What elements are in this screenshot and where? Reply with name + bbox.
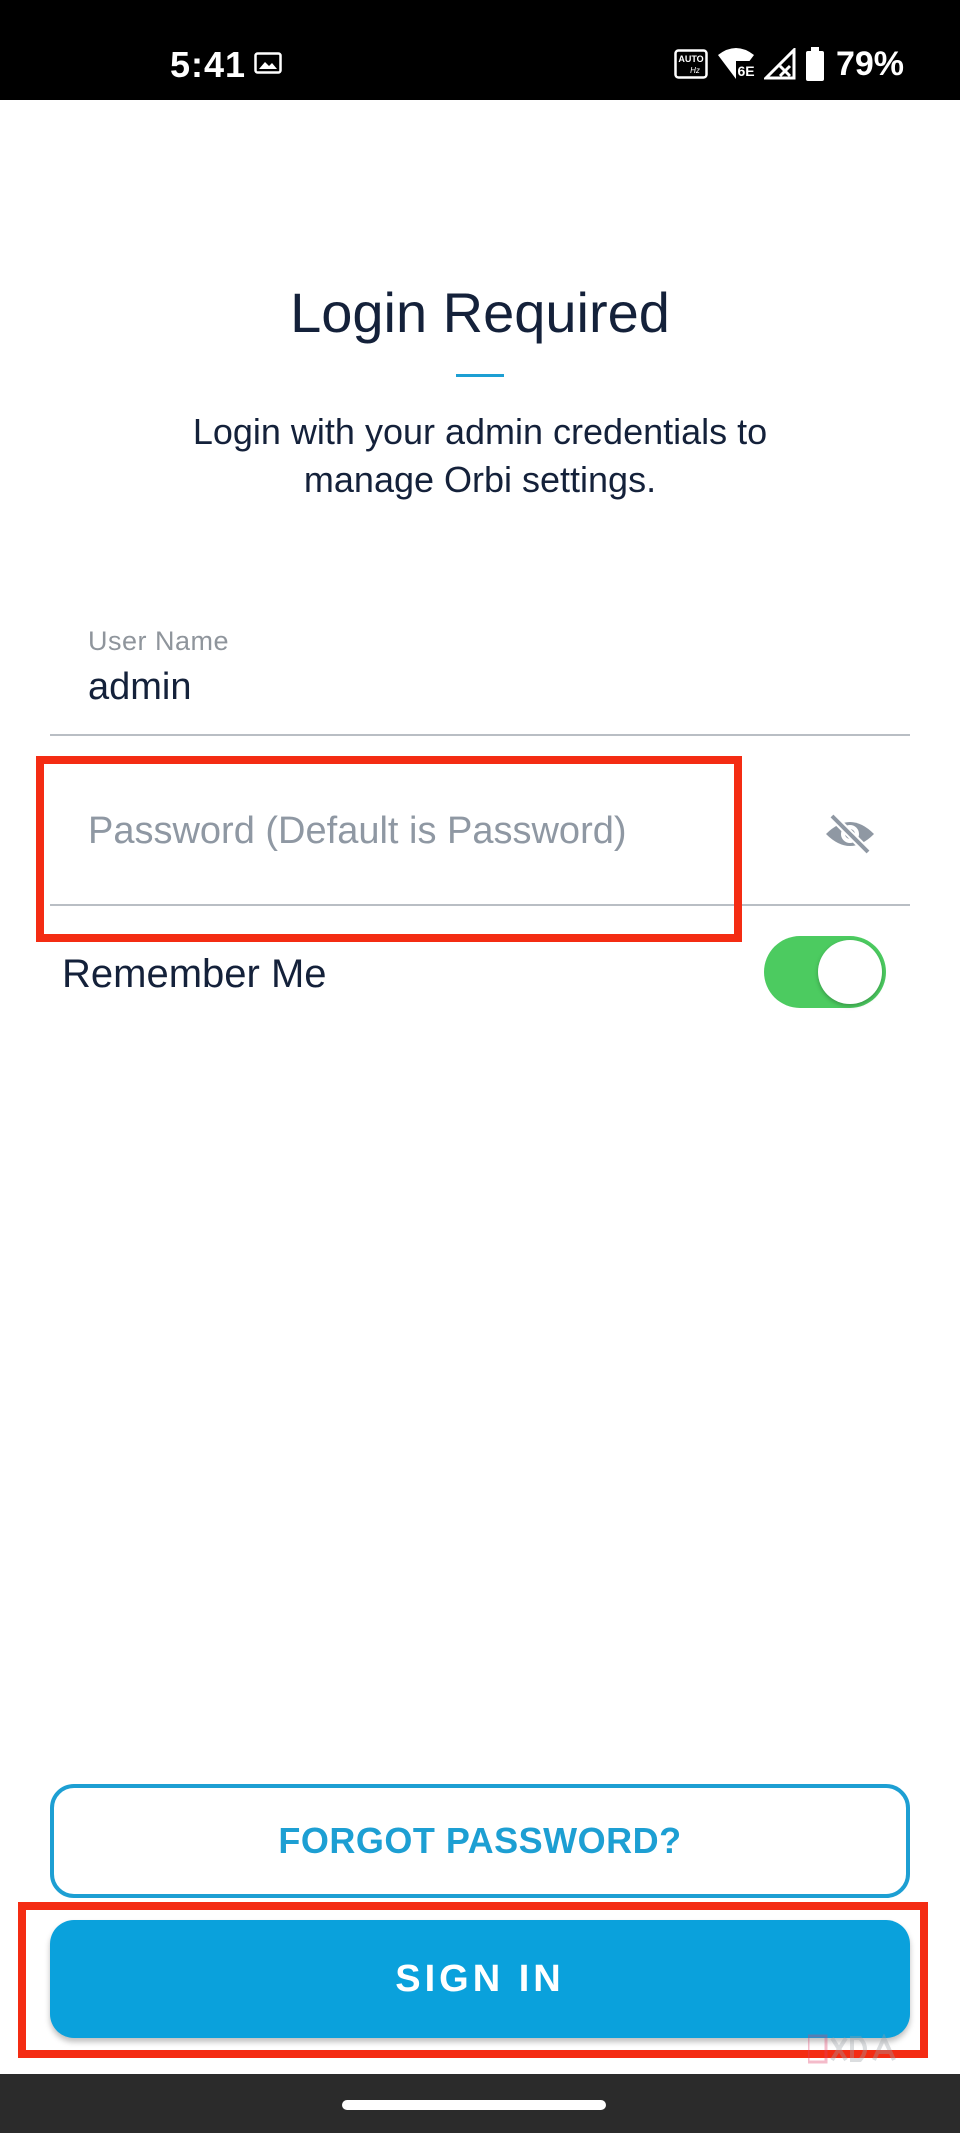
auto-refresh-label: AUTO [678, 54, 703, 64]
status-icons: AUTO Hz 6E 79% [674, 44, 904, 84]
sign-in-button[interactable]: SIGN IN [50, 1920, 910, 2038]
xda-watermark-logo [808, 2034, 896, 2064]
status-time: 5:41 [170, 44, 247, 85]
username-field[interactable]: User Name admin [50, 618, 910, 736]
home-gesture-handle[interactable] [342, 2100, 606, 2110]
password-input-placeholder[interactable]: Password (Default is Password) [88, 810, 627, 853]
signal-no-service-icon [763, 48, 796, 80]
eye-off-icon[interactable] [822, 812, 878, 856]
title-divider [456, 374, 504, 377]
remember-me-toggle[interactable] [764, 934, 890, 1010]
wifi-6e-icon: 6E [717, 48, 756, 79]
page-subtitle: Login with your admin credentials to man… [192, 411, 768, 500]
toggle-thumb [818, 940, 882, 1004]
auto-refresh-icon: AUTO Hz [674, 49, 708, 79]
username-input-value[interactable]: admin [88, 666, 192, 709]
refresh-unit-label: Hz [690, 66, 700, 75]
status-bar: 5:41 AUTO Hz 6E 79% [0, 0, 960, 100]
password-field[interactable]: Password (Default is Password) [50, 754, 910, 906]
username-label: User Name [88, 626, 230, 656]
forgot-password-button[interactable]: FORGOT PASSWORD? [50, 1784, 910, 1898]
gallery-icon [254, 52, 282, 74]
page-title: Login Required [290, 281, 670, 344]
remember-me-label: Remember Me [62, 952, 327, 996]
wifi-6e-label: 6E [737, 63, 754, 79]
battery-percentage: 79% [835, 44, 904, 83]
battery-icon [805, 47, 824, 81]
